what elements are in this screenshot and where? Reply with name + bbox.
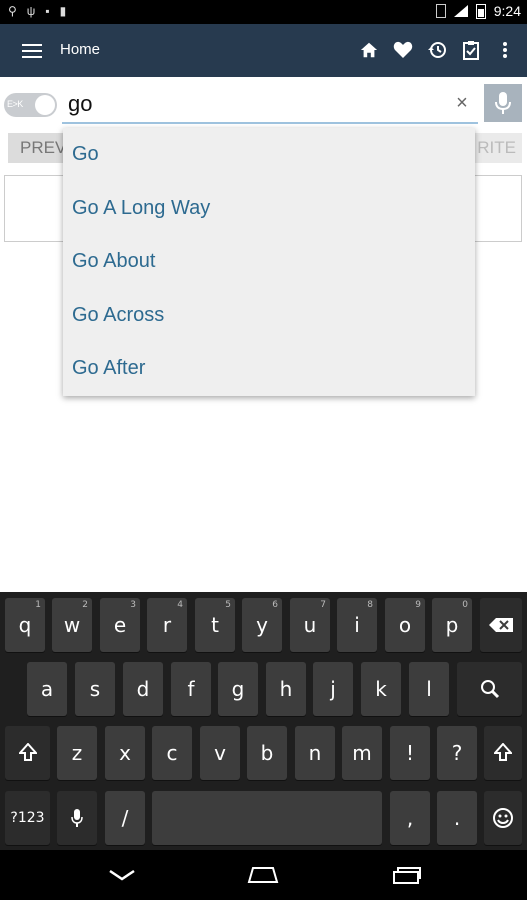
suggestion-item[interactable]: Go A Long Way [63, 182, 475, 236]
search-input[interactable] [62, 88, 459, 120]
hamburger-menu-icon[interactable] [22, 44, 42, 58]
key-t[interactable]: t5 [195, 598, 235, 652]
key-j[interactable]: j [313, 662, 353, 716]
key-d[interactable]: d [123, 662, 163, 716]
key-o[interactable]: o9 [385, 598, 425, 652]
emoji-key[interactable] [484, 791, 522, 845]
suggestion-item[interactable]: Go About [63, 235, 475, 289]
sim-icon: ▮ [59, 4, 67, 18]
battery-icon [475, 3, 486, 19]
key-period[interactable]: . [437, 791, 477, 845]
navigation-bar [0, 850, 527, 900]
clipboard-icon[interactable] [459, 38, 483, 62]
shift-icon [18, 743, 37, 761]
suggestion-dropdown: Go Go A Long Way Go About Go Across Go A… [63, 128, 475, 396]
key-w[interactable]: w2 [52, 598, 92, 652]
usb-debug-icon: ψ [26, 4, 36, 18]
key-x[interactable]: x [105, 726, 145, 780]
key-k[interactable]: k [361, 662, 401, 716]
home-icon[interactable] [357, 38, 381, 62]
more-vert-icon[interactable] [493, 38, 517, 62]
key-r[interactable]: r4 [147, 598, 187, 652]
space-key[interactable] [152, 791, 382, 845]
symbols-key[interactable]: ?123 [5, 791, 50, 845]
mic-icon [71, 809, 83, 827]
key-v[interactable]: v [200, 726, 240, 780]
language-toggle[interactable]: E>K [4, 93, 57, 117]
favorite-icon[interactable] [391, 38, 415, 62]
key-y[interactable]: y6 [242, 598, 282, 652]
key-slash[interactable]: / [105, 791, 145, 845]
key-m[interactable]: m [342, 726, 382, 780]
toggle-knob [35, 95, 55, 115]
key-p[interactable]: p0 [432, 598, 472, 652]
history-icon[interactable] [425, 38, 449, 62]
key-question[interactable]: ? [437, 726, 477, 780]
clock: 9:24 [493, 3, 521, 19]
key-exclamation[interactable]: ! [390, 726, 430, 780]
key-l[interactable]: l [409, 662, 449, 716]
key-f[interactable]: f [171, 662, 211, 716]
status-bar: ⚲ ψ ▪ ▮ 9:24 [0, 0, 527, 24]
mic-icon [495, 92, 511, 114]
notification-icons: ⚲ ψ ▪ ▮ [8, 4, 66, 18]
key-c[interactable]: c [152, 726, 192, 780]
voice-search-button[interactable] [484, 84, 522, 122]
key-g[interactable]: g [218, 662, 258, 716]
toggle-label: E>K [7, 99, 23, 109]
favorite-button[interactable]: RITE [470, 133, 522, 163]
suggestion-item[interactable]: Go [63, 128, 475, 182]
key-comma[interactable]: , [390, 791, 430, 845]
shift-key-right[interactable] [484, 726, 522, 780]
shift-key-left[interactable] [5, 726, 50, 780]
key-n[interactable]: n [295, 726, 335, 780]
suggestion-item[interactable]: Go After [63, 342, 475, 396]
key-q[interactable]: q1 [5, 598, 45, 652]
key-a[interactable]: a [27, 662, 67, 716]
shift-icon [494, 743, 512, 761]
recents-icon[interactable] [390, 863, 424, 887]
backspace-key[interactable] [480, 598, 522, 652]
clear-icon[interactable]: × [452, 93, 472, 113]
home-nav-icon[interactable] [246, 863, 280, 887]
key-u[interactable]: u7 [290, 598, 330, 652]
key-e[interactable]: e3 [100, 598, 140, 652]
search-underline [62, 122, 478, 124]
lock-icon: ▪ [45, 4, 50, 18]
key-b[interactable]: b [247, 726, 287, 780]
key-z[interactable]: z [57, 726, 97, 780]
sim-card-icon [435, 4, 446, 18]
soft-keyboard: q1 w2 e3 r4 t5 y6 u7 i8 o9 p0 a s d f g … [0, 592, 527, 850]
app-bar: Home [0, 24, 527, 77]
key-h[interactable]: h [266, 662, 306, 716]
page-title: Home [60, 41, 101, 58]
suggestion-item[interactable]: Go Across [63, 289, 475, 343]
back-icon[interactable] [105, 863, 139, 887]
search-key[interactable] [457, 662, 522, 716]
voice-input-key[interactable] [57, 791, 97, 845]
emoji-icon [493, 808, 513, 828]
key-i[interactable]: i8 [337, 598, 377, 652]
search-icon [480, 680, 499, 699]
backspace-icon [489, 618, 513, 632]
signal-icon [453, 5, 468, 17]
key-s[interactable]: s [75, 662, 115, 716]
usb-icon: ⚲ [8, 4, 17, 18]
